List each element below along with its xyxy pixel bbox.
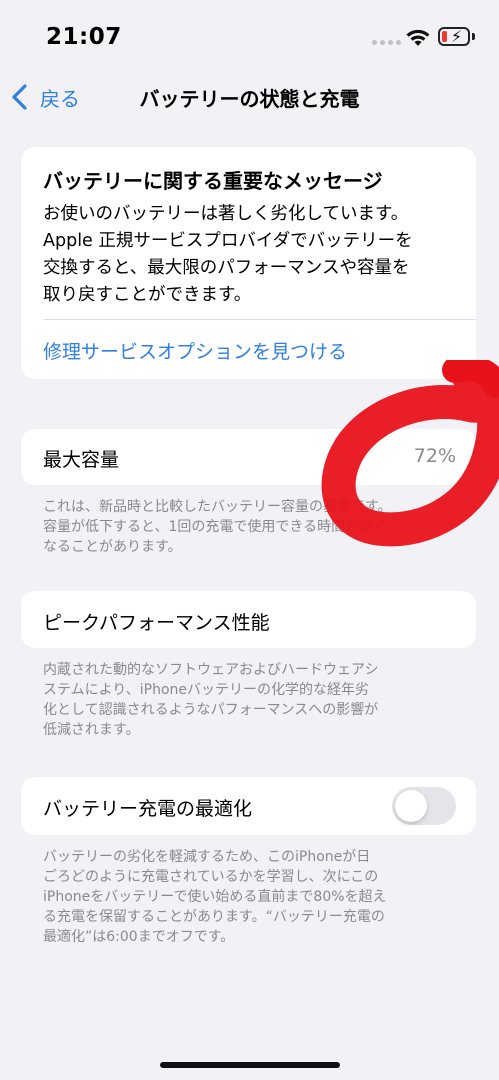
charging-bolt-icon: ⚡ [451,27,463,46]
footnote-line: ごろどのように充電されているかを学習し、次にこの [43,869,379,885]
message-body: お使いのバッテリーは著しく劣化しています。 Apple 正規サービスプロバイダで… [43,201,463,309]
footnote-line: なることがあります。 [43,539,182,555]
battery-message-card: バッテリーに関する重要なメッセージ お使いのバッテリーは著しく劣化しています。 … [21,147,476,379]
status-time: 21:07 [46,24,122,50]
optimized-charging-row: バッテリー充電の最適化 [21,777,476,835]
battery-icon: ⚡ [438,27,470,46]
message-line: お使いのバッテリーは著しく劣化しています。 [43,204,409,224]
toggle-knob [395,790,427,822]
max-capacity-row: 最大容量 72% [21,429,476,485]
battery-cap [472,33,475,40]
footnote-line: 化として認識されるようなパフォーマンスへの影響が [43,702,379,718]
peak-performance-label: ピークパフォーマンス性能 [43,612,270,634]
peak-performance-row: ピークパフォーマンス性能 [21,591,476,648]
peak-performance-footnote: 内蔵された動的なソフトウェアおよびハードウェアシ ステムにより、iPhoneバッ… [43,660,463,740]
optimized-charging-toggle[interactable] [392,787,456,825]
wifi-icon [406,29,430,46]
find-repair-options-link[interactable]: 修理サービスオプションを見つける [43,337,347,364]
optimized-charging-footnote: バッテリーの劣化を軽減するため、このiPhoneが日 ごろどのように充電されてい… [43,847,463,947]
message-title: バッテリーに関する重要なメッセージ [43,169,383,193]
footnote-line: ステムにより、iPhoneバッテリーの化学的な経年劣 [43,682,369,698]
footnote-line: バッテリーの劣化を軽減するため、このiPhoneが日 [43,849,371,865]
message-line: 取り戻すことができます。 [43,285,252,305]
max-capacity-footnote: これは、新品時と比較したバッテリー容量の基準です。 容量が低下すると、1回の充電… [43,497,463,557]
max-capacity-label: 最大容量 [43,449,120,471]
footnote-line: 低減されます。 [43,722,140,738]
battery-level-fill [442,31,447,42]
message-line: Apple 正規サービスプロバイダでバッテリーを [43,231,413,251]
signal-dots-icon [372,40,401,45]
footnote-line: る充電を保留することがあります。“バッテリー充電の [43,909,385,925]
footnote-line: iPhoneをバッテリーで使い始める直前まで80%を超え [43,889,387,905]
max-capacity-value: 72% [413,445,456,467]
home-indicator[interactable] [160,1062,340,1068]
footnote-line: 容量が低下すると、1回の充電で使用できる時間が短く [43,519,388,535]
footnote-line: 最適化”は6:00までオフです。 [43,929,235,945]
optimized-charging-label: バッテリー充電の最適化 [43,798,253,820]
footnote-line: これは、新品時と比較したバッテリー容量の基準です。 [43,499,392,515]
page-title: バッテリーの状態と充電 [139,87,360,111]
message-line: 交換すると、最大限のパフォーマンスや容量を [43,258,410,278]
divider [43,319,476,320]
footnote-line: 内蔵された動的なソフトウェアおよびハードウェアシ [43,662,379,678]
